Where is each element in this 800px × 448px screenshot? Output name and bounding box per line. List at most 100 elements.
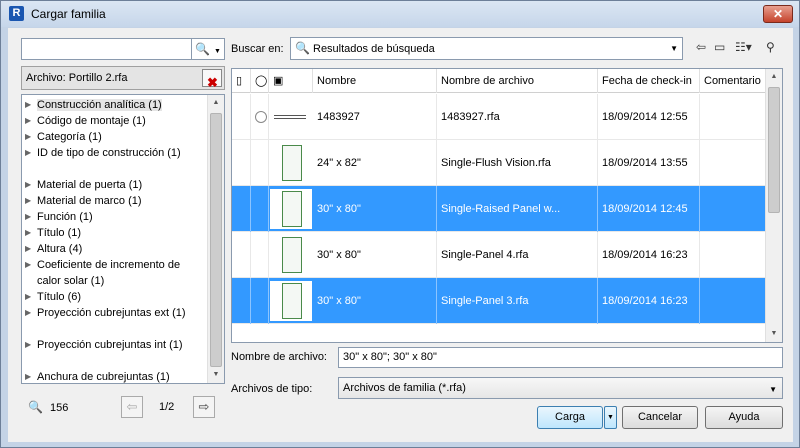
tree-item[interactable]: ▶ Categoría (1) [25,129,224,145]
binoculars-icon[interactable]: ⚲ [766,40,775,54]
expand-arrow-icon[interactable]: ▶ [25,177,31,193]
tree-item[interactable]: ▶ ID de tipo de construcción (1) [25,145,224,177]
next-page-button[interactable]: ⇨ [193,396,215,418]
expand-arrow-icon[interactable]: ▶ [25,225,31,241]
filetype-select[interactable]: Archivos de familia (*.rfa) ▼ [338,377,783,399]
cancel-button[interactable]: Cancelar [622,406,698,429]
cell-archivo: Single-Raised Panel w... [437,186,598,232]
scroll-thumb[interactable] [210,113,222,367]
tree-item[interactable]: ▶ Coeficiente de incremento de calor sola… [25,257,224,289]
folder-up-icon[interactable]: ▭ [714,40,725,54]
cell-nombre: 30" x 80" [313,186,437,232]
table-row[interactable]: 24" x 82" Single-Flush Vision.rfa 18/09/20… [232,140,767,186]
tree-item[interactable]: ▶ Título (1) [25,225,224,241]
doc-column-icon[interactable]: ▯ [232,69,251,93]
help-button[interactable]: Ayuda [705,406,783,429]
tree-item[interactable]: ▶ Título (6) [25,289,224,305]
cell-comentario [700,186,767,232]
table-row[interactable]: 30" x 80" Single-Panel 3.rfa 18/09/2014 16… [232,278,767,324]
tree-item-label: Función (1) [37,211,93,223]
door-preview-icon [270,189,312,229]
cell-nombre: 30" x 80" [313,278,437,324]
col-comentario[interactable]: Comentario [700,69,767,93]
filetype-label: Archivos de tipo: [231,383,313,395]
tree-item[interactable]: ▶ Proyección cubrejuntas int (1) [25,337,224,369]
close-button[interactable]: ✕ [763,5,793,23]
door-preview-icon [270,281,312,321]
tree-item[interactable]: ▶ Función (1) [25,209,224,225]
door-preview-icon [270,235,312,275]
col-nombre[interactable]: Nombre [313,69,437,93]
filename-input[interactable]: 30" x 80"; 30" x 80" [338,347,783,368]
look-in-select[interactable]: 🔍 Resultados de búsqueda ▼ [290,37,683,60]
tree-item-label: Altura (4) [37,243,83,255]
expand-arrow-icon[interactable]: ▶ [25,257,31,273]
cell-comentario [700,94,767,140]
tree-item-label: Material de puerta (1) [37,179,143,191]
cell-fecha: 18/09/2014 12:55 [598,94,700,140]
prev-page-button[interactable]: ⇦ [121,396,143,418]
page-indicator: 1/2 [159,401,175,413]
table-row[interactable]: 1483927 1483927.rfa 18/09/2014 12:55 [232,94,767,140]
load-button[interactable]: Carga [537,406,603,429]
cell-archivo: Single-Panel 3.rfa [437,278,598,324]
dialog-window: R Cargar familia ✕ 🔍 ▼ Archivo: Portillo … [0,0,800,448]
tree-item[interactable]: ▶ Material de puerta (1) [25,177,224,193]
tree-scrollbar[interactable]: ▲ ▼ [207,95,224,383]
radio-column-icon[interactable]: ◯ [251,69,269,93]
expand-arrow-icon[interactable]: ▶ [25,129,31,145]
expand-arrow-icon[interactable]: ▶ [25,241,31,257]
tree-item[interactable]: ▶ Código de montaje (1) [25,113,224,129]
search-input[interactable] [21,38,192,60]
tree-item[interactable]: ▶ Proyección cubrejuntas ext (1) [25,305,224,337]
tree-item[interactable]: ▶ Construcción analítica (1) [25,97,224,113]
table-row[interactable]: 30" x 80" Single-Raised Panel w... 18/09/2… [232,186,767,232]
chevron-down-icon: ▼ [607,414,614,421]
tree-item-label: Construcción analítica (1) [37,99,162,111]
scroll-up-icon[interactable]: ▲ [208,95,224,111]
remove-filter-button[interactable]: ✖ [202,69,222,90]
image-column-icon[interactable]: ▣ [269,69,313,93]
table-row[interactable]: 30" x 80" Single-Panel 4.rfa 18/09/2014 16… [232,232,767,278]
grid-scrollbar[interactable]: ▲ ▼ [765,69,782,342]
tree-item[interactable]: ▶ Material de marco (1) [25,193,224,209]
cell-nombre: 24" x 82" [313,140,437,186]
file-filter-bar: Archivo: Portillo 2.rfa ✖ [21,66,225,90]
tree-item[interactable]: ▶ Altura (4) [25,241,224,257]
expand-arrow-icon[interactable]: ▶ [25,209,31,225]
expand-arrow-icon[interactable]: ▶ [25,337,31,353]
cell-archivo: Single-Panel 4.rfa [437,232,598,278]
result-count-value: 156 [50,402,69,414]
expand-arrow-icon[interactable]: ▶ [25,193,31,209]
expand-arrow-icon[interactable]: ▶ [25,97,31,113]
expand-arrow-icon[interactable]: ▶ [25,305,31,321]
cell-nombre: 30" x 80" [313,232,437,278]
scroll-up-icon[interactable]: ▲ [766,69,782,85]
results-grid: ▯ ◯ ▣ Nombre Nombre de archivo Fecha de … [231,68,783,343]
tree-item-label: Anchura de cubrejuntas (1) [37,371,170,383]
expand-arrow-icon[interactable]: ▶ [25,289,31,305]
scroll-down-icon[interactable]: ▼ [208,367,224,383]
radio-button[interactable] [255,111,267,123]
load-dropdown-button[interactable]: ▼ [604,406,617,429]
expand-arrow-icon[interactable]: ▶ [25,113,31,129]
cell-comentario [700,140,767,186]
view-menu-icon[interactable]: ☷▾ [735,40,752,54]
search-button[interactable]: 🔍 ▼ [192,38,225,60]
col-fecha[interactable]: Fecha de check-in [598,69,700,93]
cell-nombre: 1483927 [313,94,437,140]
scroll-thumb[interactable] [768,87,780,213]
scroll-down-icon[interactable]: ▼ [766,326,782,342]
back-icon[interactable]: ⇦ [696,40,706,54]
chevron-down-icon: ▼ [213,48,221,55]
col-archivo[interactable]: Nombre de archivo [437,69,598,93]
tree-item[interactable]: ▶ Anchura de cubrejuntas (1) [25,369,224,383]
expand-arrow-icon[interactable]: ▶ [25,369,31,383]
expand-arrow-icon[interactable]: ▶ [25,145,31,161]
cell-fecha: 18/09/2014 12:45 [598,186,700,232]
search-icon: 🔍 [195,42,210,56]
chevron-down-icon: ▼ [670,44,678,53]
tree-item-label: Categoría (1) [37,131,102,143]
tree-item-label: Proyección cubrejuntas ext (1) [37,307,186,319]
cell-fecha: 18/09/2014 16:23 [598,278,700,324]
